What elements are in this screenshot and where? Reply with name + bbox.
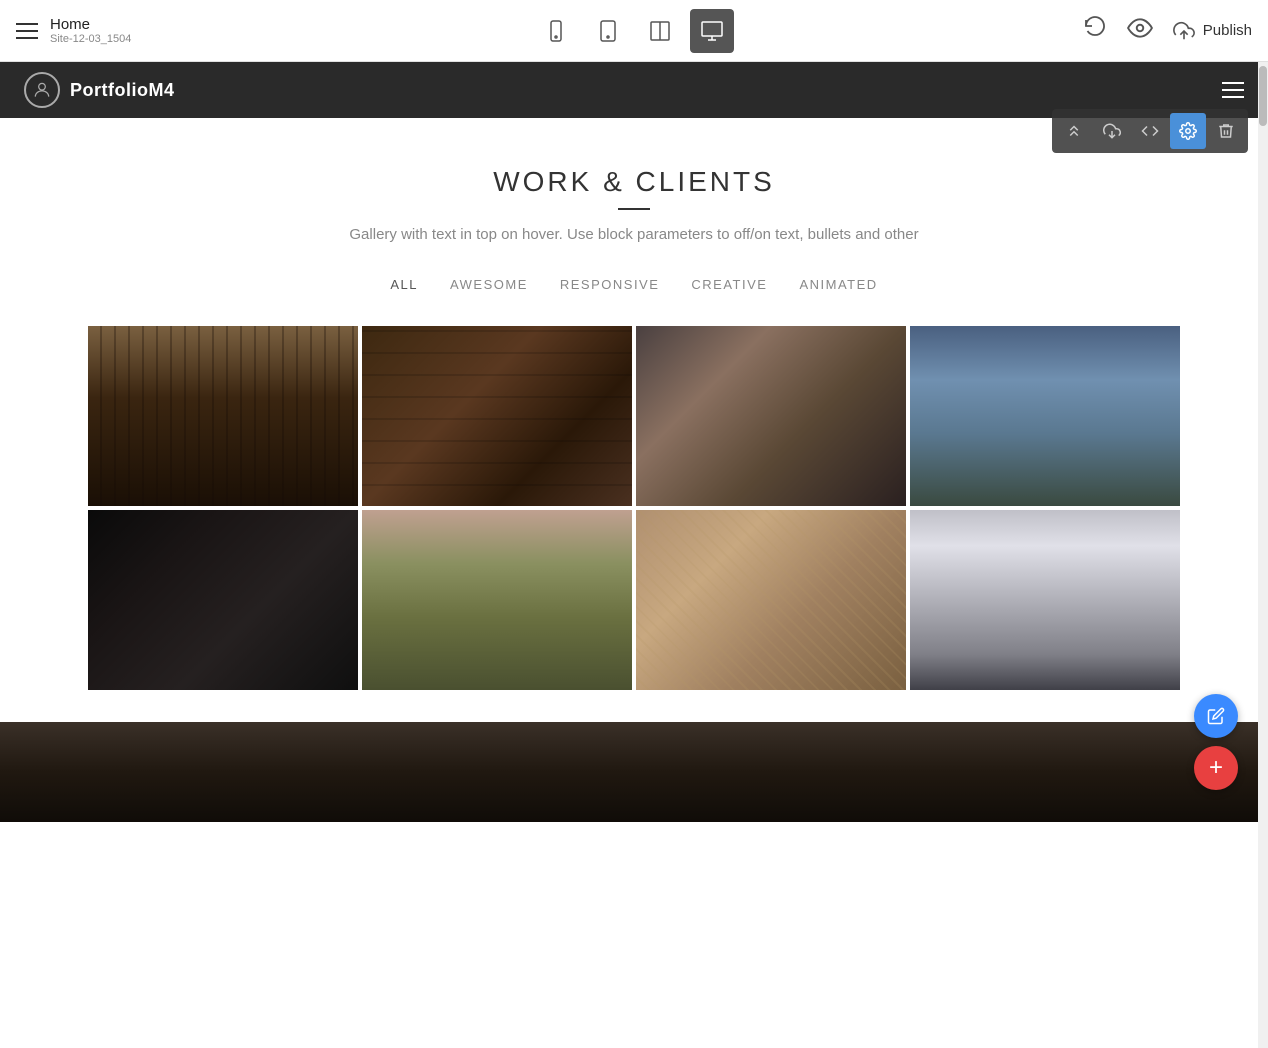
block-code-button[interactable] <box>1132 113 1168 149</box>
scroll-thumb[interactable] <box>1259 66 1267 126</box>
block-settings-button[interactable] <box>1170 113 1206 149</box>
gallery-image-hills <box>362 510 632 690</box>
image-gallery <box>24 326 1244 690</box>
gallery-item-3[interactable] <box>636 326 906 506</box>
hamburger-menu-icon[interactable] <box>16 23 38 39</box>
filter-tab-creative[interactable]: CREATIVE <box>691 275 767 294</box>
site-subtitle: Site-12-03_1504 <box>50 33 131 45</box>
tablet-icon <box>596 19 620 43</box>
filter-tabs: ALL AWESOME RESPONSIVE CREATIVE ANIMATED <box>24 275 1244 294</box>
site-info: Home Site-12-03_1504 <box>50 16 131 45</box>
bottom-hero-section <box>0 722 1268 822</box>
gallery-image-sky <box>910 326 1180 506</box>
fab-edit-button[interactable] <box>1194 694 1238 738</box>
gallery-image-dark-figure <box>88 510 358 690</box>
pencil-icon <box>1207 707 1225 725</box>
gallery-image-maps <box>636 510 906 690</box>
block-download-button[interactable] <box>1094 113 1130 149</box>
wc-divider <box>618 208 650 210</box>
filter-tab-awesome[interactable]: AWESOME <box>450 275 528 294</box>
block-toolbar <box>1052 109 1248 153</box>
portfolio-hamburger-icon[interactable] <box>1222 82 1244 98</box>
device-icons <box>534 9 734 53</box>
site-title: Home <box>50 16 131 33</box>
publish-label: Publish <box>1203 22 1252 39</box>
gallery-item-7[interactable] <box>636 510 906 690</box>
fab-add-button[interactable]: + <box>1194 746 1238 790</box>
trash-icon <box>1217 122 1235 140</box>
desktop-device-button[interactable] <box>690 9 734 53</box>
eye-icon <box>1127 15 1153 41</box>
gallery-image-person-hat <box>910 510 1180 690</box>
scroll-track[interactable] <box>1258 62 1268 1048</box>
split-device-button[interactable] <box>638 9 682 53</box>
gallery-item-2[interactable] <box>362 326 632 506</box>
desktop-icon <box>700 19 724 43</box>
filter-tab-all[interactable]: ALL <box>390 275 418 294</box>
portfolio-brand-name: PortfolioM4 <box>70 80 175 101</box>
wc-section: WORK & CLIENTS Gallery with text in top … <box>0 118 1268 722</box>
main-content: WORK & CLIENTS Gallery with text in top … <box>0 118 1268 986</box>
gallery-item-8[interactable] <box>910 510 1180 690</box>
download-icon <box>1103 122 1121 140</box>
wc-subtitle: Gallery with text in top on hover. Use b… <box>24 226 1244 243</box>
top-bar-right: Publish <box>1083 15 1252 47</box>
gallery-item-5[interactable] <box>88 510 358 690</box>
fab-add-icon: + <box>1209 754 1223 782</box>
block-delete-button[interactable] <box>1208 113 1244 149</box>
block-move-button[interactable] <box>1056 113 1092 149</box>
gallery-image-man <box>636 326 906 506</box>
preview-button[interactable] <box>1127 15 1153 47</box>
avatar <box>24 72 60 108</box>
upload-cloud-icon <box>1173 20 1195 42</box>
user-icon <box>32 80 52 100</box>
gallery-item-6[interactable] <box>362 510 632 690</box>
tablet-device-button[interactable] <box>586 9 630 53</box>
split-icon <box>648 19 672 43</box>
publish-button[interactable]: Publish <box>1173 20 1252 42</box>
gallery-image-forest <box>88 326 358 506</box>
filter-tab-responsive[interactable]: RESPONSIVE <box>560 275 660 294</box>
mobile-device-button[interactable] <box>534 9 578 53</box>
settings-icon <box>1179 122 1197 140</box>
wc-title: WORK & CLIENTS <box>24 166 1244 198</box>
filter-tab-animated[interactable]: ANIMATED <box>799 275 877 294</box>
portfolio-logo-area: PortfolioM4 <box>24 72 175 108</box>
gallery-item-1[interactable] <box>88 326 358 506</box>
undo-button[interactable] <box>1083 16 1107 46</box>
undo-icon <box>1083 16 1107 40</box>
gallery-image-wood <box>362 326 632 506</box>
code-icon <box>1141 122 1159 140</box>
top-bar: Home Site-12-03_1504 <box>0 0 1268 62</box>
mobile-icon <box>544 19 568 43</box>
move-icon <box>1065 122 1083 140</box>
gallery-item-4[interactable] <box>910 326 1180 506</box>
top-bar-left: Home Site-12-03_1504 <box>16 16 131 45</box>
